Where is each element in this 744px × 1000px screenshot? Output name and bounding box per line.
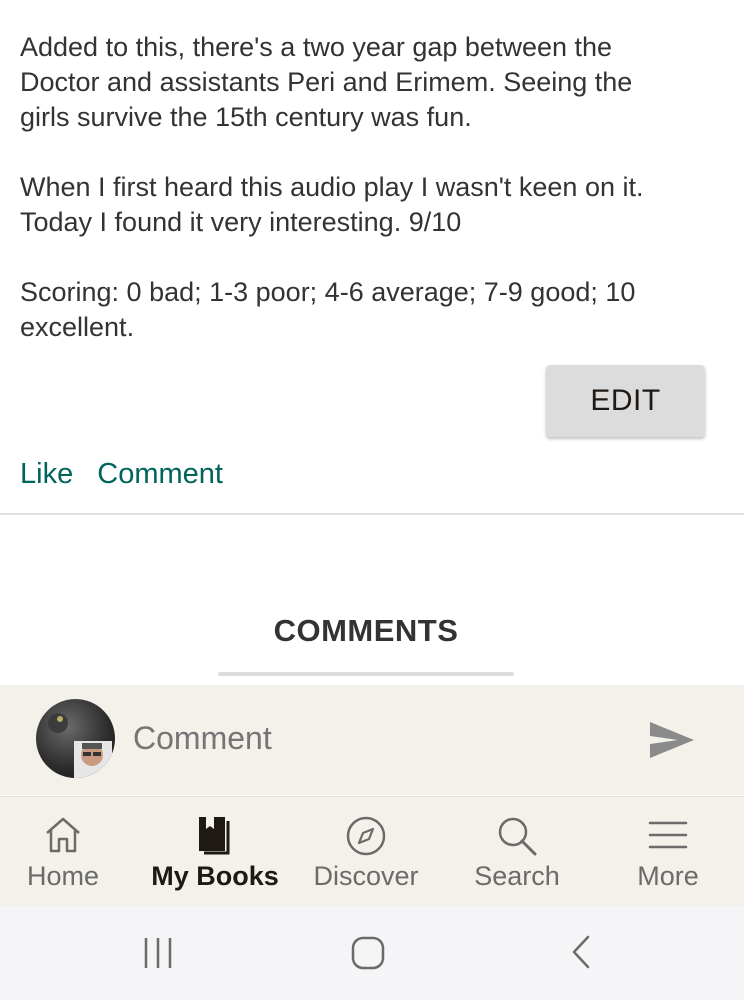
comment-input[interactable] <box>131 719 615 758</box>
system-nav-bar <box>0 906 744 1000</box>
recent-apps-icon[interactable] <box>140 936 176 970</box>
edit-button[interactable]: EDIT <box>546 365 705 437</box>
nav-home[interactable]: Home <box>3 797 123 907</box>
comment-link[interactable]: Comment <box>97 458 223 490</box>
avatar-image <box>48 713 112 778</box>
comments-tab-indicator <box>218 672 514 676</box>
search-icon <box>498 817 537 856</box>
comments-tab[interactable]: COMMENTS <box>218 613 514 649</box>
home-icon <box>46 817 80 853</box>
like-link[interactable]: Like <box>20 458 73 490</box>
divider <box>0 513 744 515</box>
review-paragraph: Scoring: 0 bad; 1-3 poor; 4-6 average; 7… <box>20 277 636 342</box>
back-icon[interactable] <box>566 934 596 970</box>
avatar <box>36 699 115 778</box>
nav-my-books-label: My Books <box>151 861 279 891</box>
review-paragraph: When I first heard this audio play I was… <box>20 172 644 237</box>
my-books-icon <box>199 817 230 855</box>
review-text: Added to this, there's a two year gap be… <box>20 30 724 380</box>
nav-search-label: Search <box>474 861 560 891</box>
nav-more[interactable]: More <box>616 797 720 907</box>
nav-more-label: More <box>637 861 699 891</box>
comment-bar <box>0 685 744 795</box>
nav-my-books[interactable]: My Books <box>145 797 285 907</box>
home-button-icon[interactable] <box>350 935 386 971</box>
send-icon[interactable] <box>648 720 696 760</box>
review-actions: Like Comment <box>20 458 239 491</box>
nav-discover-label: Discover <box>313 861 419 891</box>
nav-discover[interactable]: Discover <box>305 797 427 907</box>
compass-icon <box>346 816 386 856</box>
nav-search[interactable]: Search <box>458 797 576 907</box>
nav-home-label: Home <box>26 861 100 891</box>
review-paragraph: Added to this, there's a two year gap be… <box>20 32 633 132</box>
bottom-nav: Home My Books Discover Search More <box>0 796 744 907</box>
menu-icon <box>648 821 688 849</box>
